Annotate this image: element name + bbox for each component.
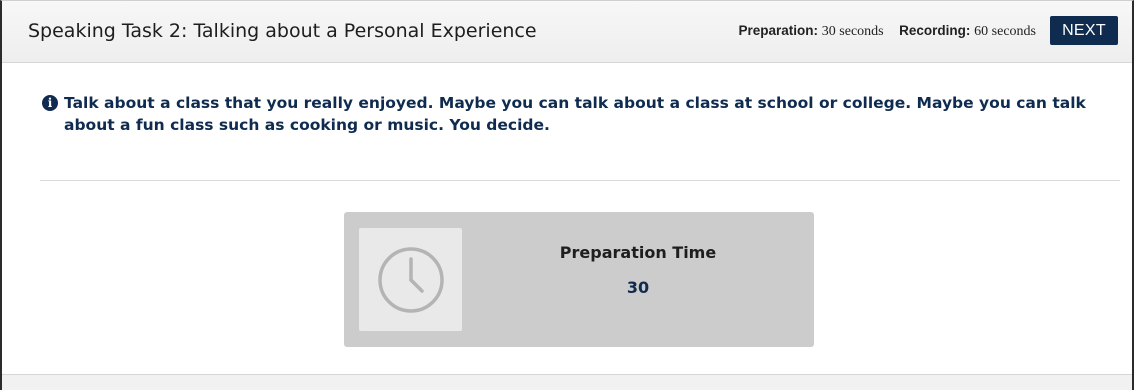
preparation-label: Preparation: [738, 23, 819, 38]
preparation-value: 30 seconds [821, 24, 884, 39]
timing-info: Preparation: 30 seconds Recording: 60 se… [738, 23, 1036, 40]
clock-tile [359, 228, 462, 331]
recording-value: 60 seconds [974, 24, 1036, 39]
timer-countdown: 30 [626, 278, 650, 297]
preparation-timer-panel: Preparation Time 30 [344, 212, 814, 347]
next-button[interactable]: NEXT [1050, 16, 1118, 45]
footer-bar [2, 374, 1132, 390]
divider [40, 180, 1120, 181]
task-title: Speaking Task 2: Talking about a Persona… [28, 20, 537, 42]
timer-label: Preparation Time [559, 243, 717, 262]
task-window: Speaking Task 2: Talking about a Persona… [0, 0, 1134, 390]
task-header: Speaking Task 2: Talking about a Persona… [2, 1, 1132, 63]
prompt-text: Talk about a class that you really enjoy… [64, 94, 1086, 134]
task-prompt: i Talk about a class that you really enj… [42, 92, 1112, 136]
info-icon: i [42, 95, 58, 111]
recording-label: Recording: [899, 23, 971, 38]
clock-icon [377, 246, 444, 313]
